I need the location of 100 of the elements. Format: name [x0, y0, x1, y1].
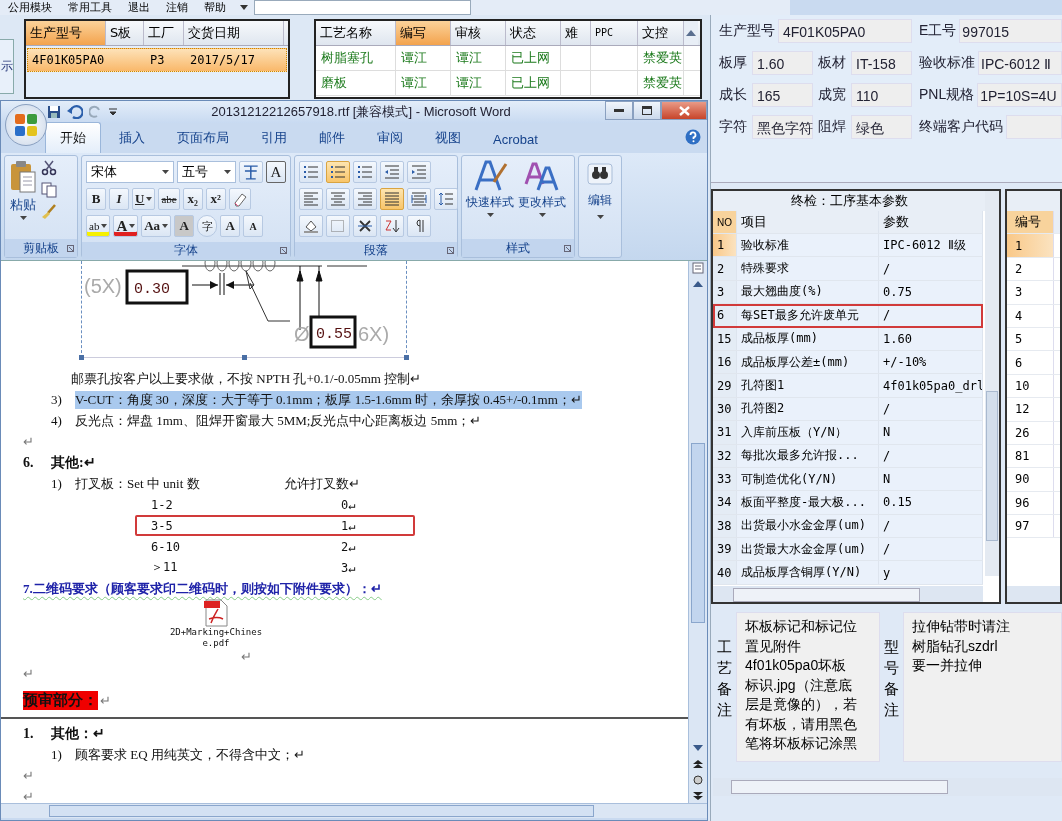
format-button[interactable]: A: [266, 161, 286, 183]
note-field[interactable]: 拉伸钻带时请注 树脂钻孔szdrl 要一并拉伸: [903, 612, 1062, 762]
multilevel-icon[interactable]: [353, 161, 377, 183]
table-row[interactable]: 6 每SET最多允许废单元 /: [713, 304, 983, 328]
format-button[interactable]: x₂: [182, 188, 203, 210]
column-header[interactable]: 参数: [879, 211, 983, 233]
table-row[interactable]: 30 孔符图2 /: [713, 397, 983, 422]
menu-item[interactable]: 常用工具: [60, 0, 120, 15]
asian-icon[interactable]: [353, 215, 377, 237]
text-field[interactable]: 165: [752, 83, 813, 107]
format-button[interactable]: U: [132, 188, 156, 210]
right-icon[interactable]: [353, 188, 377, 210]
scroll-up-icon[interactable]: [684, 21, 698, 45]
help-icon[interactable]: [685, 129, 701, 145]
text-field[interactable]: 1P=10S=4U: [977, 83, 1062, 107]
ruler-icon[interactable]: [692, 261, 704, 275]
format-button[interactable]: abe: [158, 188, 180, 210]
table-row[interactable]: 2 特殊要求 /: [713, 257, 983, 281]
paste-button[interactable]: 粘贴: [9, 160, 37, 235]
ribbon-tab[interactable]: 页面布局: [163, 123, 243, 153]
maximize-button[interactable]: [633, 101, 661, 120]
file-name[interactable]: 2D+Marking+Chinese.pdf: [169, 627, 263, 649]
style-button[interactable]: 更改样式: [518, 160, 566, 235]
shading-icon[interactable]: [299, 215, 323, 237]
note-field[interactable]: 坏板标记和标记位 置见附件 4f01k05pa0坏板 标识.jpg（注意底 层是竟像的），若 有坏板，请用黑色 笔将坏板标记涂黑: [736, 612, 880, 762]
format-button[interactable]: Aa: [141, 215, 172, 237]
dialog-launcher-icon[interactable]: [447, 247, 454, 254]
spacing-icon[interactable]: [434, 188, 458, 210]
column-header[interactable]: 难: [561, 21, 591, 45]
column-header[interactable]: 工厂: [144, 21, 184, 45]
menu-item[interactable]: 注销: [158, 0, 196, 15]
text-field[interactable]: IPC-6012 Ⅱ: [978, 51, 1062, 75]
dialog-launcher-icon[interactable]: [564, 244, 571, 252]
indent-icon[interactable]: [407, 161, 431, 183]
customize-icon[interactable]: [109, 108, 117, 116]
table-row[interactable]: 32 每批次最多允许报... /: [713, 444, 983, 468]
dialog-launcher-icon[interactable]: [280, 247, 287, 254]
redo-icon[interactable]: [89, 105, 103, 119]
side-button[interactable]: 示: [0, 39, 14, 94]
order-row[interactable]: 4F01K05PA0 P3 2017/5/17: [27, 48, 287, 72]
scissors-icon[interactable]: [41, 160, 57, 176]
ribbon-tab[interactable]: 视图: [421, 123, 475, 153]
font-name-dropdown[interactable]: 宋体: [86, 161, 175, 183]
table-row[interactable]: 31 入库前压板（Y/N） N: [713, 421, 983, 445]
ribbon-tab[interactable]: Acrobat: [479, 126, 552, 153]
format-button[interactable]: B: [86, 188, 106, 210]
phonetic-guide-icon[interactable]: [239, 161, 263, 183]
table-row[interactable]: 15 成品板厚(mm) 1.60: [713, 327, 983, 351]
column-header[interactable]: NO: [713, 211, 737, 233]
table-row[interactable]: 1 验收标准 IPC-6012 Ⅱ级: [713, 234, 983, 258]
text-field[interactable]: 绿色: [851, 115, 912, 139]
distribute-icon[interactable]: [407, 188, 431, 210]
pdf-file-icon[interactable]: [204, 599, 228, 627]
text-field[interactable]: 黑色字符: [752, 115, 813, 139]
previous-page-icon[interactable]: [693, 757, 703, 771]
ribbon-tab[interactable]: 开始: [45, 122, 101, 153]
table-row[interactable]: 40 成品板厚含铜厚(Y/N) y: [713, 561, 983, 585]
outdent-icon[interactable]: [380, 161, 404, 183]
column-header[interactable]: 编写: [396, 21, 451, 45]
font-size-dropdown[interactable]: 五号: [177, 161, 237, 183]
sort-icon[interactable]: [380, 215, 404, 237]
table-row[interactable]: 39 出货最大水金金厚(um) /: [713, 538, 983, 562]
format-button[interactable]: A: [174, 215, 195, 237]
format-button[interactable]: x²: [205, 188, 226, 210]
numbering-icon[interactable]: [326, 161, 350, 183]
undo-icon[interactable]: [67, 105, 83, 119]
text-field[interactable]: 4F01K05PA0: [778, 19, 912, 43]
format-button[interactable]: 字: [197, 215, 218, 237]
table-row[interactable]: 34 板面平整度-最大极... 0.15: [713, 491, 983, 515]
table-row[interactable]: 16 成品板厚公差±(mm) +/-10%: [713, 350, 983, 375]
format-button[interactable]: A: [243, 215, 264, 237]
ribbon-tab[interactable]: 插入: [105, 123, 159, 153]
marks-icon[interactable]: [407, 215, 431, 237]
column-header[interactable]: 生产型号: [26, 21, 106, 45]
text-field[interactable]: IT-158: [851, 51, 912, 75]
format-button[interactable]: I: [109, 188, 129, 210]
table-row[interactable]: 3 最大翘曲度(%) 0.75: [713, 280, 983, 305]
format-button[interactable]: ab: [86, 215, 111, 237]
format-button[interactable]: A: [113, 215, 139, 237]
ribbon-tab[interactable]: 审阅: [363, 123, 417, 153]
ribbon-tab[interactable]: 邮件: [305, 123, 359, 153]
scroll-thumb[interactable]: [691, 443, 705, 623]
text-field[interactable]: 997015: [959, 19, 1062, 43]
column-header[interactable]: S板: [106, 21, 144, 45]
browse-object-icon[interactable]: [693, 773, 703, 787]
column-header[interactable]: 交货日期: [184, 21, 284, 45]
center-icon[interactable]: [326, 188, 350, 210]
style-button[interactable]: 快速样式: [466, 160, 514, 235]
column-header[interactable]: 审核: [451, 21, 506, 45]
bullets-icon[interactable]: [299, 161, 323, 183]
next-page-icon[interactable]: [693, 789, 703, 803]
ribbon-tab[interactable]: 引用: [247, 123, 301, 153]
left-icon[interactable]: [299, 188, 323, 210]
table-row[interactable]: 33 可制造优化(Y/N) N: [713, 467, 983, 492]
column-header[interactable]: 编号: [1007, 211, 1054, 234]
close-button[interactable]: [661, 101, 707, 120]
caret-icon[interactable]: [240, 4, 248, 11]
dialog-launcher-icon[interactable]: [67, 244, 74, 252]
column-header[interactable]: 项目: [737, 211, 879, 233]
format-button[interactable]: A: [220, 215, 241, 237]
